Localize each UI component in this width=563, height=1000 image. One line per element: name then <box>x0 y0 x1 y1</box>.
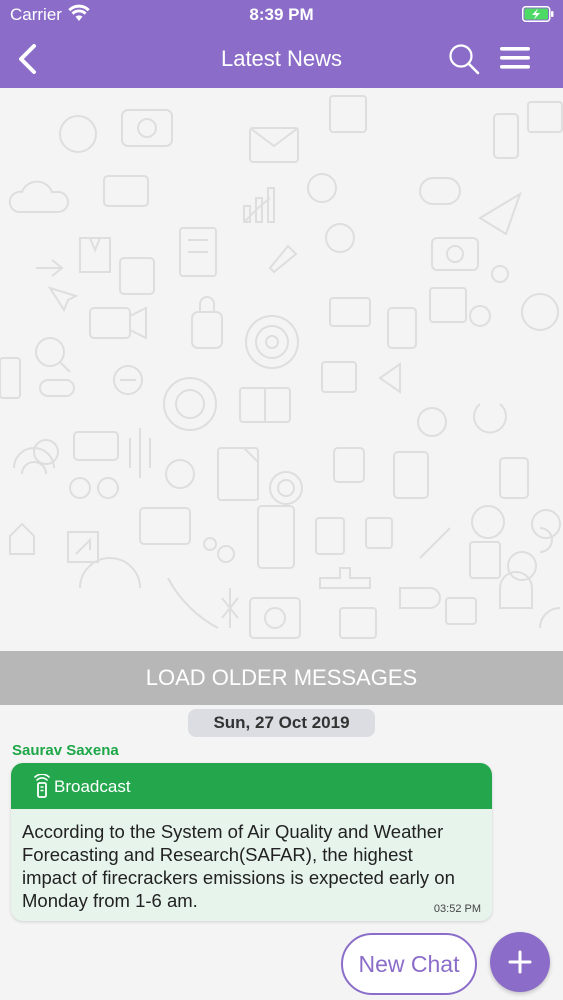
plus-icon <box>508 950 532 974</box>
broadcast-header: Broadcast <box>11 763 492 809</box>
search-icon[interactable] <box>446 41 482 77</box>
broadcast-icon <box>34 774 50 798</box>
menu-icon[interactable] <box>497 43 533 73</box>
nav-bar: Latest News <box>0 30 563 88</box>
battery-charging-icon <box>522 6 554 22</box>
broadcast-label: Broadcast <box>54 777 131 796</box>
message-timestamp: 03:52 PM <box>433 903 481 915</box>
add-button[interactable] <box>490 932 550 992</box>
broadcast-message-bubble[interactable]: Broadcast According to the System of Air… <box>11 763 492 921</box>
new-chat-button[interactable]: New Chat <box>341 933 477 995</box>
clock-time: 8:39 PM <box>249 5 314 24</box>
message-text: According to the System of Air Quality a… <box>22 821 455 911</box>
message-sender-name: Saurav Saxena <box>12 742 119 759</box>
status-bar: Carrier 8:39 PM <box>0 0 563 30</box>
date-separator: Sun, 27 Oct 2019 <box>188 709 375 737</box>
chat-area[interactable]: LOAD OLDER MESSAGES Sun, 27 Oct 2019 Sau… <box>0 88 563 1000</box>
app-header: Carrier 8:39 PM Latest News <box>0 0 563 88</box>
load-older-messages-button[interactable]: LOAD OLDER MESSAGES <box>0 651 563 705</box>
